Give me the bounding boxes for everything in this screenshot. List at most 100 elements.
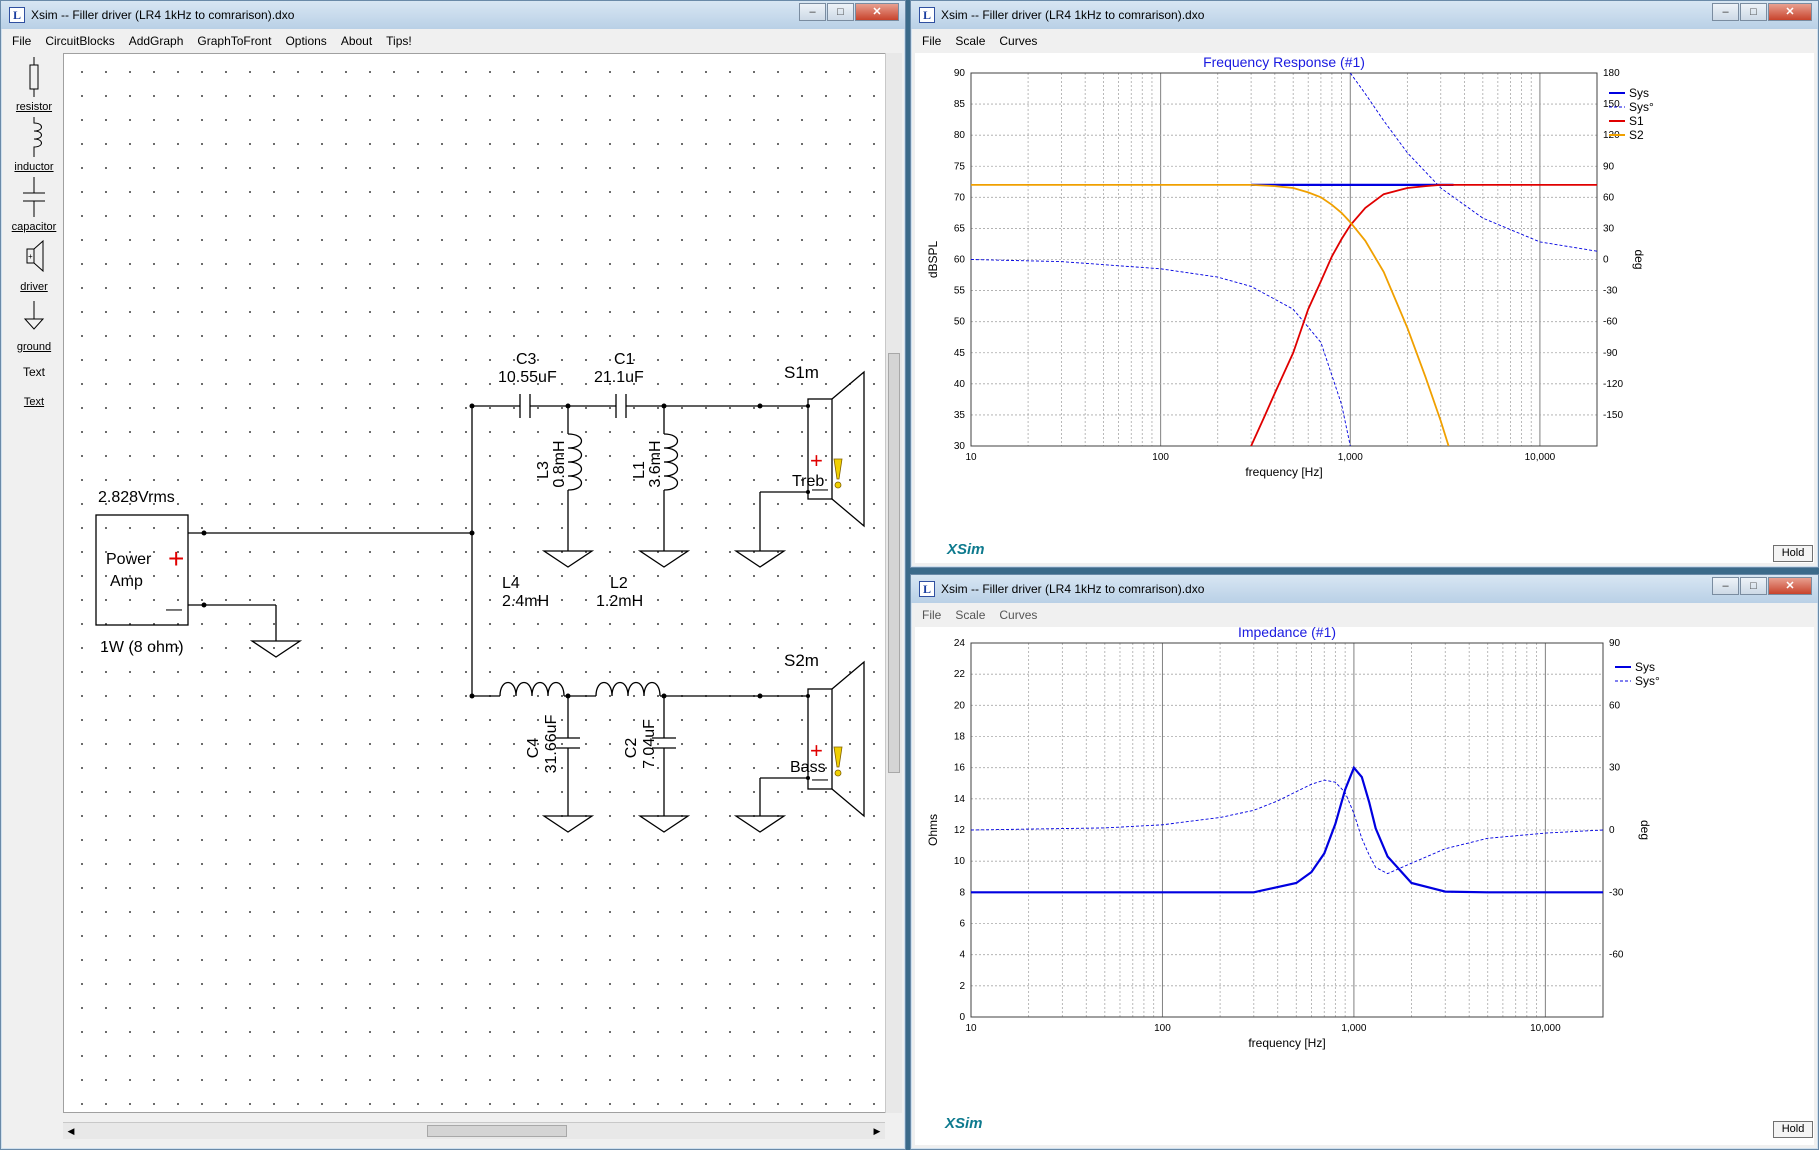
component-toolbox: resistor inductor capacitor + driver gro…	[9, 53, 59, 1133]
y-tick-label: 55	[954, 286, 966, 297]
frequency-response-plot[interactable]: Frequency Response (#1) 30 35 40 45 50 55 60 65 7…	[915, 53, 1814, 563]
maximize-button[interactable]: □	[1740, 3, 1767, 21]
y2-tick-label: 150	[1603, 99, 1620, 110]
l4-value: 2.4mH	[502, 593, 549, 610]
schematic-window: L Xsim -- Filler driver (LR4 1kHz to com…	[0, 0, 906, 1150]
tool-resistor[interactable]: resistor	[9, 57, 59, 113]
impedance-plot[interactable]: Impedance (#1) 0 2 4 6 8 10 12 14 16 18 20 22 24 -60 -3…	[915, 624, 1814, 1145]
menu-about[interactable]: About	[334, 34, 379, 48]
chart-title: Impedance (#1)	[1238, 627, 1336, 640]
c1-value: 21.1uF	[594, 369, 644, 386]
tool-label: Text	[23, 396, 45, 408]
menu-options[interactable]: Options	[278, 34, 333, 48]
close-button[interactable]: ✕	[1768, 577, 1812, 595]
frequency-response-window: L Xsim -- Filler driver (LR4 1kHz to com…	[910, 0, 1819, 568]
ground-symbol	[249, 640, 303, 658]
menu-scale[interactable]: Scale	[948, 34, 992, 48]
resistor-icon	[29, 57, 39, 97]
title-bar[interactable]: L Xsim -- Filler driver (LR4 1kHz to com…	[911, 1, 1818, 29]
title-bar[interactable]: L Xsim -- Filler driver (LR4 1kHz to com…	[1, 1, 905, 29]
y2-tick-label: -120	[1603, 379, 1623, 390]
menu-graphtofront[interactable]: GraphToFront	[190, 34, 278, 48]
minimize-button[interactable]: –	[1712, 3, 1739, 21]
y2-tick-label: 30	[1603, 223, 1615, 234]
hold-button[interactable]: Hold	[1773, 545, 1813, 562]
s1-plus-sign: +	[810, 448, 823, 473]
menu-file[interactable]: File	[915, 608, 948, 622]
horizontal-scrollbar[interactable]: ◀ ▶	[63, 1122, 885, 1139]
menu-bar: File Scale Curves	[915, 30, 1814, 51]
app-icon: L	[919, 7, 935, 23]
amp-label-1: Power	[106, 551, 152, 568]
tool-capacitor[interactable]: capacitor	[9, 177, 59, 233]
tool-ground[interactable]: ground	[9, 297, 59, 353]
schematic-canvas[interactable]: 2.828Vrms Power Amp 1W (8 ohm) C3 10.55u…	[63, 53, 893, 1113]
tool-driver[interactable]: + driver	[9, 237, 59, 293]
window-controls: – □ ✕	[1712, 577, 1812, 595]
tool-inductor[interactable]: inductor	[9, 117, 59, 173]
y2-tick-label: -60	[1609, 950, 1624, 961]
fr-series-s1	[1250, 184, 1597, 446]
menu-circuitblocks[interactable]: CircuitBlocks	[38, 34, 121, 48]
horizontal-scroll-thumb[interactable]	[427, 1125, 567, 1137]
c4-value: 31.66uF	[543, 714, 560, 773]
capacitor-icon	[23, 177, 45, 217]
tool-text[interactable]: Text	[9, 365, 59, 379]
minimize-button[interactable]: –	[799, 3, 826, 21]
y-tick-label: 90	[954, 68, 966, 79]
menu-bar: File Scale Curves	[915, 604, 1814, 625]
s1-minus-sign: —	[812, 481, 828, 498]
title-bar[interactable]: L Xsim -- Filler driver (LR4 1kHz to com…	[911, 575, 1818, 603]
inductor-icon	[33, 117, 42, 157]
x-tick-label: 10,000	[1525, 452, 1556, 463]
scroll-right-arrow[interactable]: ▶	[871, 1125, 883, 1137]
window-title: Xsim -- Filler driver (LR4 1kHz to comra…	[941, 8, 1205, 22]
minimize-button[interactable]: –	[1712, 577, 1739, 595]
maximize-button[interactable]: □	[1740, 577, 1767, 595]
amp-minus-sign: —	[166, 601, 182, 618]
xsim-logo: XSim	[945, 1115, 983, 1132]
y-tick-label: 12	[954, 825, 966, 836]
app-icon: L	[9, 7, 25, 23]
y2-tick-label: -150	[1603, 410, 1623, 421]
tool-text-link[interactable]: Text	[9, 395, 59, 408]
close-button[interactable]: ✕	[1768, 3, 1812, 21]
grid	[970, 72, 1598, 447]
hold-button[interactable]: Hold	[1773, 1121, 1813, 1138]
y2-tick-label: -30	[1603, 286, 1618, 297]
fr-series-s2	[971, 184, 1450, 446]
s2-minus-sign: —	[812, 771, 828, 788]
menu-curves[interactable]: Curves	[992, 608, 1044, 622]
vertical-scrollbar[interactable]	[885, 53, 902, 1113]
y2-tick-label: -30	[1609, 887, 1624, 898]
y-tick-label: 45	[954, 348, 966, 359]
y-tick-label: 40	[954, 379, 966, 390]
y2-tick-label: 90	[1603, 161, 1615, 172]
menu-tips[interactable]: Tips!	[379, 34, 419, 48]
inductor-l1	[663, 433, 679, 491]
maximize-button[interactable]: □	[827, 3, 854, 21]
close-button[interactable]: ✕	[855, 3, 899, 21]
y2-tick-label: -60	[1603, 317, 1618, 328]
frequency-response-chart: Frequency Response (#1) 30 35 40 45 50 55 60 65 7…	[926, 54, 1654, 479]
y-axis-label: dBSPL	[926, 240, 940, 278]
vertical-scroll-thumb[interactable]	[888, 353, 900, 773]
inductor-l2	[595, 681, 661, 697]
tool-label: capacitor	[11, 221, 57, 233]
c1-name: C1	[614, 351, 635, 368]
legend-label: Sys	[1629, 86, 1649, 100]
menu-scale[interactable]: Scale	[948, 608, 992, 622]
menu-addgraph[interactable]: AddGraph	[122, 34, 191, 48]
menu-curves[interactable]: Curves	[992, 34, 1044, 48]
schematic: 2.828Vrms Power Amp 1W (8 ohm) C3 10.55u…	[95, 351, 865, 833]
menu-file[interactable]: File	[915, 34, 948, 48]
tool-label: driver	[20, 281, 48, 293]
l1-name: L1	[631, 461, 648, 479]
y-tick-label: 60	[954, 255, 966, 266]
window-title: Xsim -- Filler driver (LR4 1kHz to comra…	[31, 8, 295, 22]
scroll-left-arrow[interactable]: ◀	[65, 1125, 77, 1137]
menu-file[interactable]: File	[5, 34, 38, 48]
s1-warning-icon	[833, 458, 843, 489]
y-tick-label: 10	[954, 856, 966, 867]
x-tick-label: 10	[965, 452, 977, 463]
